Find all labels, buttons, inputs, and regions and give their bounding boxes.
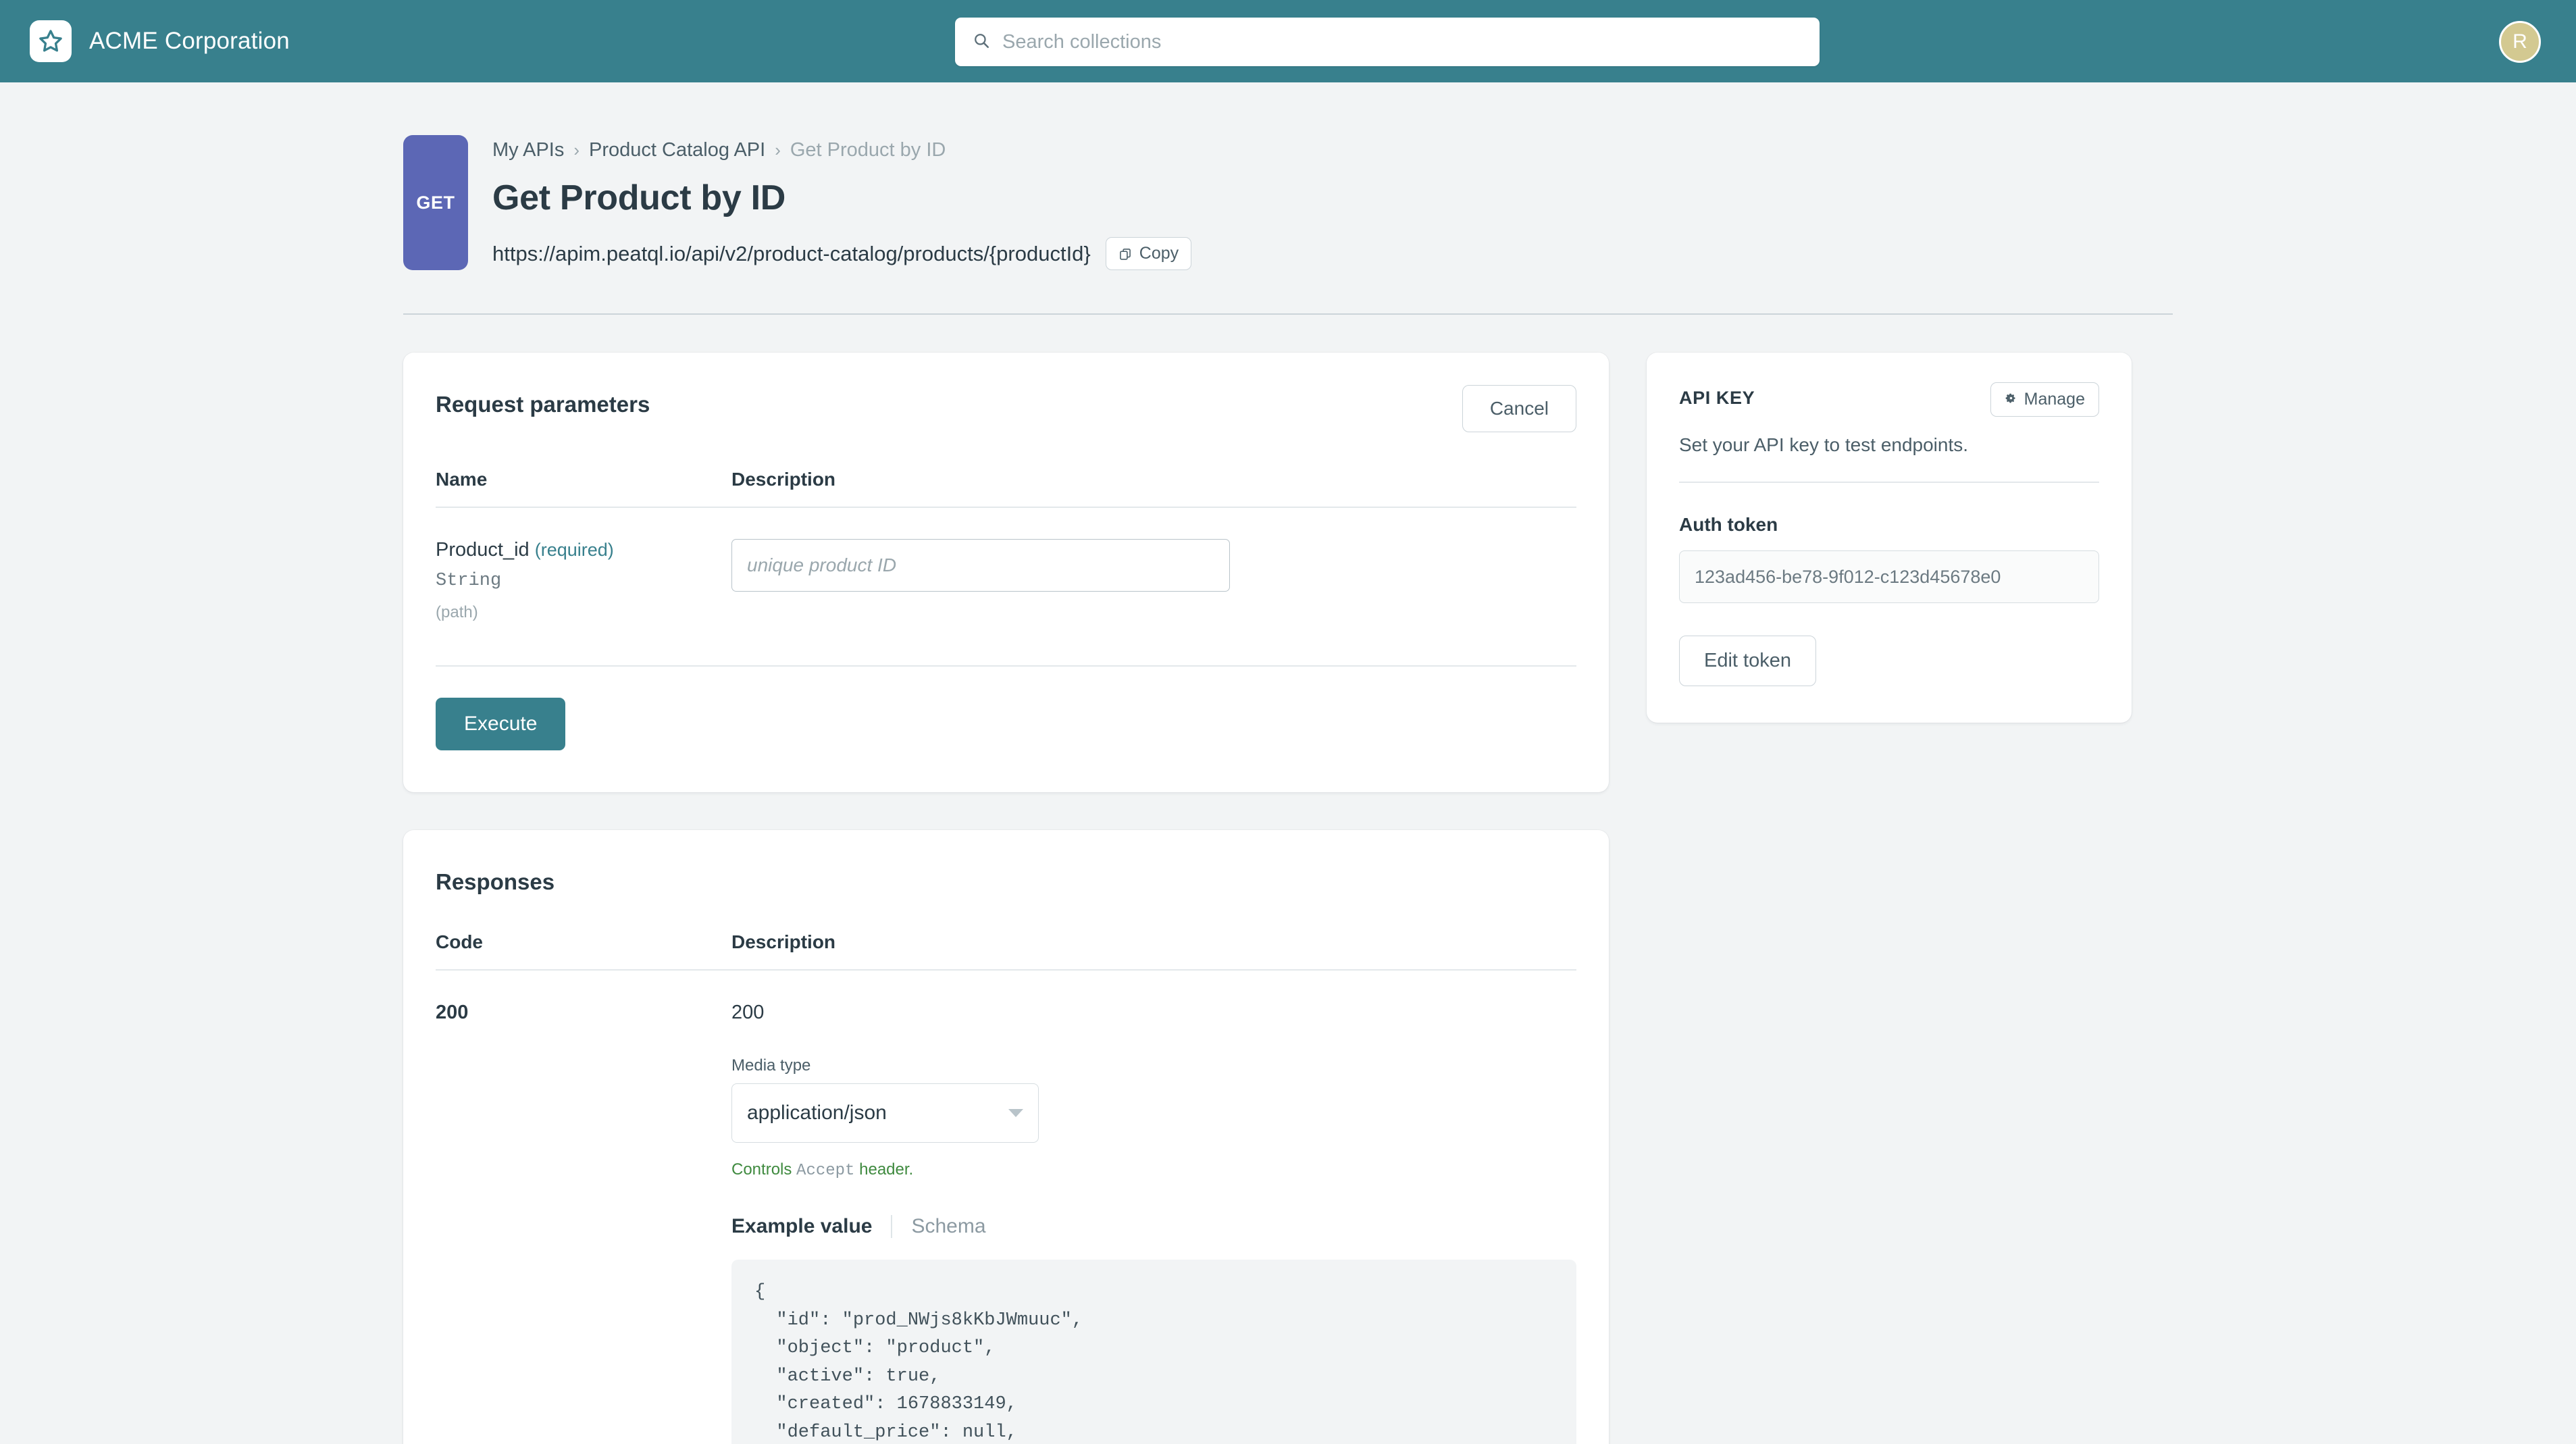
manage-label: Manage (2024, 390, 2085, 409)
api-key-header: API KEY Manage (1679, 382, 2099, 417)
table-header-row: Name Description (436, 469, 1576, 507)
parameter-required-badge: (required) (535, 540, 614, 560)
breadcrumb-item-product-catalog-api[interactable]: Product Catalog API (589, 139, 765, 161)
request-parameters-title: Request parameters (436, 385, 650, 417)
breadcrumb-item-my-apis[interactable]: My APIs (492, 139, 564, 161)
gear-icon (2005, 390, 2017, 409)
left-column: Request parameters Cancel Name Descripti… (403, 353, 1609, 1444)
example-value-code: { "id": "prod_NWjs8kKbJWmuuc", "object":… (731, 1260, 1576, 1444)
endpoint-main: My APIs › Product Catalog API › Get Prod… (492, 135, 1191, 270)
column-header-name: Name (436, 469, 731, 507)
avatar[interactable]: R (2499, 21, 2541, 63)
auth-token-field[interactable]: 123ad456-be78-9f012-c123d45678e0 (1679, 550, 2099, 603)
controls-note-suffix: header. (859, 1160, 913, 1179)
table-row: 200 200 Media type application/json (436, 970, 1576, 1444)
controls-note-mono: Accept (796, 1162, 854, 1180)
parameter-location: (path) (436, 603, 731, 622)
responses-body: Responses Code Description 200 (403, 830, 1609, 1444)
method-badge: GET (403, 135, 468, 270)
copy-icon (1118, 247, 1132, 261)
controls-note-prefix: Controls (731, 1160, 792, 1179)
cancel-button[interactable]: Cancel (1462, 385, 1576, 432)
copy-url-button[interactable]: Copy (1106, 237, 1191, 270)
execute-button[interactable]: Execute (436, 698, 565, 750)
parameter-type: String (436, 571, 731, 591)
endpoint-url: https://apim.peatql.io/api/v2/product-ca… (492, 242, 1091, 266)
tab-divider (891, 1215, 892, 1238)
column-header-description: Description (731, 931, 1576, 970)
product-id-input[interactable] (731, 539, 1230, 592)
responses-table: Code Description 200 200 Media type (436, 931, 1576, 1444)
auth-token-label: Auth token (1679, 514, 2099, 536)
request-parameters-card: Request parameters Cancel Name Descripti… (403, 353, 1609, 792)
controls-accept-note: Controls Accept header. (731, 1160, 1576, 1180)
search-bar[interactable] (955, 18, 1820, 66)
brand-name: ACME Corporation (89, 28, 290, 55)
endpoint-url-row: https://apim.peatql.io/api/v2/product-ca… (492, 237, 1191, 270)
breadcrumb-separator-icon: › (573, 140, 579, 161)
table-header-row: Code Description (436, 931, 1576, 970)
star-icon (30, 20, 72, 62)
breadcrumb-separator-icon: › (775, 140, 781, 161)
api-key-body: API KEY Manage (1647, 353, 2132, 723)
parameter-name: Product_id (required) (436, 539, 731, 561)
search-box[interactable] (955, 18, 1820, 66)
column-header-code: Code (436, 931, 731, 970)
chevron-down-icon (1008, 1109, 1023, 1117)
tab-example-value[interactable]: Example value (731, 1215, 872, 1238)
media-type-value: application/json (747, 1102, 887, 1125)
top-bar: ACME Corporation R (0, 0, 2576, 82)
auth-token-value: 123ad456-be78-9f012-c123d45678e0 (1695, 567, 2001, 588)
brand[interactable]: ACME Corporation (30, 20, 290, 62)
parameter-name-cell: Product_id (required) String (path) (436, 507, 731, 622)
api-key-label: API KEY (1679, 382, 1755, 409)
request-parameters-body: Request parameters Cancel Name Descripti… (403, 353, 1609, 667)
response-tabs: Example value Schema (731, 1215, 1576, 1238)
media-type-select[interactable]: application/json (731, 1083, 1039, 1143)
edit-token-button[interactable]: Edit token (1679, 636, 1816, 686)
page-title: Get Product by ID (492, 178, 1191, 218)
api-key-description: Set your API key to test endpoints. (1679, 434, 2099, 456)
avatar-initial: R (2513, 30, 2527, 53)
main-columns: Request parameters Cancel Name Descripti… (403, 315, 2173, 1444)
content-container: GET My APIs › Product Catalog API › Get … (403, 82, 2173, 1444)
table-row: Product_id (required) String (path) (436, 507, 1576, 622)
parameter-name-text: Product_id (436, 539, 530, 561)
breadcrumb-item-current: Get Product by ID (790, 139, 946, 161)
request-parameters-header: Request parameters Cancel (436, 385, 1576, 432)
search-icon (973, 32, 990, 53)
endpoint-header: GET My APIs › Product Catalog API › Get … (403, 82, 2173, 270)
execute-row: Execute (403, 667, 1609, 792)
tab-schema[interactable]: Schema (911, 1215, 985, 1238)
api-key-card: API KEY Manage (1647, 353, 2132, 723)
api-key-divider (1679, 482, 2099, 483)
manage-api-key-button[interactable]: Manage (1990, 382, 2099, 417)
parameter-input-cell (731, 507, 1576, 622)
column-header-description: Description (731, 469, 1576, 507)
breadcrumb: My APIs › Product Catalog API › Get Prod… (492, 139, 1191, 161)
request-parameters-table: Name Description Product_id (requi (436, 469, 1576, 622)
response-code: 200 (436, 970, 731, 1444)
media-type-label: Media type (731, 1056, 1576, 1075)
search-input[interactable] (1002, 31, 1802, 53)
right-column: API KEY Manage (1647, 353, 2132, 723)
responses-card: Responses Code Description 200 (403, 830, 1609, 1444)
response-detail-cell: 200 Media type application/json Controls (731, 970, 1576, 1444)
copy-url-label: Copy (1139, 244, 1179, 263)
responses-title: Responses (436, 862, 1576, 895)
page-body: GET My APIs › Product Catalog API › Get … (0, 82, 2576, 1444)
response-description: 200 (731, 1002, 1576, 1024)
